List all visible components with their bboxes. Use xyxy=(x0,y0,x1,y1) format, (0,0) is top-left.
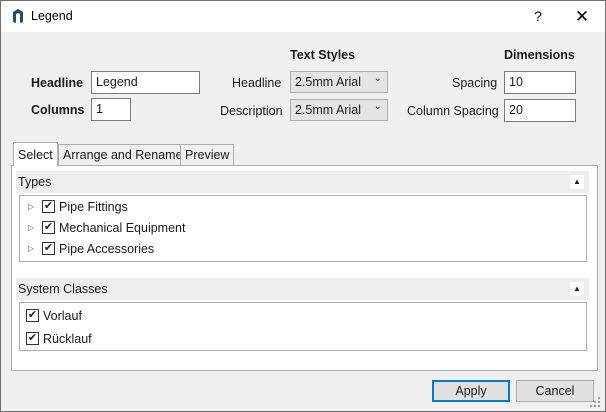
apply-button[interactable]: Apply xyxy=(432,380,510,402)
vorlauf-checkbox[interactable]: ✔ xyxy=(26,309,39,322)
resize-grip-icon[interactable] xyxy=(588,395,602,409)
system-classes-header-label: System Classes xyxy=(18,282,108,296)
chevron-down-icon: ⌄ xyxy=(373,73,382,84)
column-spacing-input[interactable]: 20 xyxy=(504,99,576,122)
tab-arrange-and-rename[interactable]: Arrange and Rename xyxy=(58,144,188,165)
pipe-accessories-label: Pipe Accessories xyxy=(59,242,155,256)
description-style-dropdown[interactable]: 2.5mm Arial ⌄ xyxy=(290,99,388,121)
rucklauf-checkbox[interactable]: ✔ xyxy=(26,332,39,345)
window-title: Legend xyxy=(31,9,73,23)
text-styles-heading: Text Styles xyxy=(290,48,356,62)
mechanical-equipment-label: Mechanical Equipment xyxy=(59,221,186,235)
triangle-right-icon[interactable]: ▷ xyxy=(28,223,34,232)
headline-style-label: Headline xyxy=(232,76,282,90)
close-button[interactable]: ✕ xyxy=(567,1,597,32)
caret-up-icon[interactable]: ▲ xyxy=(570,175,584,189)
tab-select[interactable]: Select xyxy=(13,142,58,166)
spacing-input[interactable]: 10 xyxy=(504,71,576,94)
spacing-label: Spacing xyxy=(452,76,498,90)
headline-style-value: 2.5mm Arial xyxy=(295,75,361,89)
chevron-down-icon: ⌄ xyxy=(373,101,382,112)
types-list: ▷ ✔ Pipe Fittings ▷ ✔ Mechanical Equipme… xyxy=(19,195,587,262)
help-button[interactable]: ? xyxy=(523,1,553,32)
app-logo-icon xyxy=(13,9,23,23)
columns-label: Columns xyxy=(31,103,85,117)
headline-input[interactable]: Legend xyxy=(91,71,200,94)
list-item: ✔ Rücklauf xyxy=(20,330,580,350)
headline-label: Headline xyxy=(31,76,84,90)
vorlauf-label: Vorlauf xyxy=(43,309,82,323)
dimensions-heading: Dimensions xyxy=(504,48,575,62)
list-item: ▷ ✔ Mechanical Equipment xyxy=(20,219,580,239)
caret-up-icon[interactable]: ▲ xyxy=(570,282,584,296)
list-item: ▷ ✔ Pipe Fittings xyxy=(20,198,580,218)
title-bar: Legend ? ✕ xyxy=(1,1,605,32)
description-style-label: Description xyxy=(220,104,283,118)
columns-input[interactable]: 1 xyxy=(91,98,131,121)
system-classes-list: ✔ Vorlauf ✔ Rücklauf xyxy=(19,302,587,351)
pipe-fittings-label: Pipe Fittings xyxy=(59,200,128,214)
cancel-button[interactable]: Cancel xyxy=(516,380,594,402)
system-classes-section-header[interactable]: System Classes ▲ xyxy=(16,278,589,300)
mechanical-equipment-checkbox[interactable]: ✔ xyxy=(42,221,55,234)
triangle-right-icon[interactable]: ▷ xyxy=(28,244,34,253)
pipe-fittings-checkbox[interactable]: ✔ xyxy=(42,200,55,213)
column-spacing-label: Column Spacing xyxy=(407,104,499,118)
triangle-right-icon[interactable]: ▷ xyxy=(28,202,34,211)
pipe-accessories-checkbox[interactable]: ✔ xyxy=(42,242,55,255)
description-style-value: 2.5mm Arial xyxy=(295,103,361,117)
types-header-label: Types xyxy=(18,175,52,189)
types-section-header[interactable]: Types ▲ xyxy=(16,171,589,193)
list-item: ▷ ✔ Pipe Accessories xyxy=(20,240,580,260)
rucklauf-label: Rücklauf xyxy=(43,332,92,346)
tab-preview[interactable]: Preview xyxy=(180,144,235,165)
headline-style-dropdown[interactable]: 2.5mm Arial ⌄ xyxy=(290,71,388,93)
legend-dialog: Legend ? ✕ Headline Legend Columns 1 Tex… xyxy=(0,0,606,412)
list-item: ✔ Vorlauf xyxy=(20,307,580,327)
